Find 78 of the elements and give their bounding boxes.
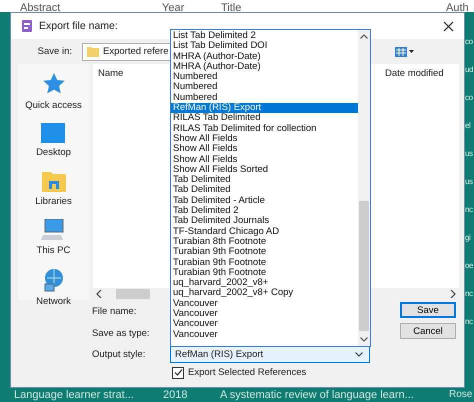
computer-icon[interactable]: [41, 219, 66, 241]
table-cell: Language learner strat...: [14, 389, 134, 401]
star-icon[interactable]: [42, 72, 66, 96]
list-item[interactable]: Turabian 8th Footnote: [171, 236, 358, 248]
cell-text: nc: [465, 316, 474, 328]
close-icon[interactable]: [443, 20, 454, 32]
list-item[interactable]: Tab Delimited: [171, 185, 358, 196]
scroll-up-icon[interactable]: [360, 34, 368, 39]
dialog-button[interactable]: Cancel: [400, 323, 456, 339]
list-item[interactable]: Tab Delimited - Article: [171, 196, 358, 206]
list-item[interactable]: Show All Fields: [171, 134, 358, 144]
list-item[interactable]: Numbered: [171, 82, 358, 93]
list-item[interactable]: RILAS Tab Delimited for collection: [171, 124, 358, 134]
table-cell: A systematic review of language learn...: [220, 389, 414, 401]
table-cell: 2018: [163, 389, 188, 401]
cell-text: gi: [465, 232, 472, 244]
list-item[interactable]: List Tab Delimited 2: [171, 31, 358, 42]
folder-icon[interactable]: [42, 170, 66, 192]
cell-text: nc: [465, 204, 474, 216]
list-item[interactable]: Show All Fields Sorted: [171, 164, 358, 176]
place-label[interactable]: Network: [36, 296, 71, 307]
cell-text: el: [465, 120, 472, 132]
place-label[interactable]: Quick access: [25, 100, 82, 111]
desktop-icon[interactable]: [41, 123, 66, 143]
list-item[interactable]: Turabian 9th Footnote: [171, 268, 358, 278]
cell-text: co: [465, 36, 474, 48]
list-item[interactable]: Tab Delimited 2: [171, 206, 358, 216]
column-header: Abstract: [20, 2, 60, 12]
network-icon[interactable]: [42, 268, 66, 292]
dialog-button[interactable]: Save: [400, 302, 456, 318]
cell-text: ud: [465, 64, 474, 76]
checkbox[interactable]: [172, 366, 184, 378]
list-item[interactable]: Vancouver: [171, 319, 358, 330]
list-item[interactable]: TF-Standard Chicago AD: [171, 226, 358, 237]
cell-text: nc: [465, 288, 474, 300]
view-menu-icon[interactable]: [395, 46, 415, 56]
column-header[interactable]: Name: [98, 68, 124, 79]
list-item[interactable]: RILAS Tab Delimited: [171, 113, 358, 124]
list-item[interactable]: MHRA (Author-Date): [171, 62, 358, 72]
chevron-icon: [355, 352, 363, 356]
table-cell: Rose: [449, 389, 472, 400]
folder-icon: [87, 46, 99, 57]
cell-text: oe: [465, 260, 474, 272]
list-item[interactable]: Show All Fields: [171, 154, 358, 165]
place-label[interactable]: Libraries: [35, 196, 72, 207]
list-item[interactable]: uq_harvard_2002_v8+: [171, 278, 358, 288]
column-header[interactable]: Date modified: [385, 68, 444, 79]
scroll-right-icon[interactable]: [450, 290, 456, 298]
list-item[interactable]: Turabian 9th Footnote: [171, 247, 358, 258]
window-title: Export file name:: [39, 20, 119, 32]
app-icon: [21, 19, 33, 33]
scroll-left-icon[interactable]: [96, 290, 102, 298]
list-item[interactable]: Tab Delimited: [171, 175, 358, 186]
field-label: File name:: [92, 306, 138, 316]
field-label: Save as type:: [92, 328, 151, 338]
column-header: Year: [162, 2, 184, 12]
scroll-thumb[interactable]: [359, 201, 369, 331]
field-label: Output style:: [92, 348, 146, 360]
cell-text: us: [465, 176, 474, 188]
list-item[interactable]: Vancouver: [171, 309, 358, 320]
place-label[interactable]: This PC: [36, 245, 70, 256]
scroll-thumb[interactable]: [116, 289, 150, 299]
cell-text: us: [465, 148, 474, 160]
scroll-down-icon[interactable]: [360, 337, 368, 342]
column-header: Auth: [446, 2, 469, 12]
save-in-label: Save in:: [36, 46, 73, 57]
list-item[interactable]: RefMan (RIS) Export: [171, 103, 358, 114]
list-item[interactable]: Numbered: [171, 72, 358, 82]
list-item[interactable]: Tab Delimited Journals: [171, 216, 358, 227]
checkbox-label: Export Selected References: [188, 367, 306, 378]
list-item[interactable]: Vancouver: [171, 298, 358, 310]
list-item[interactable]: Numbered: [171, 92, 358, 104]
list-item[interactable]: Turabian 9th Footnote: [171, 258, 358, 268]
list-item[interactable]: Vancouver: [171, 330, 358, 340]
list-item[interactable]: Show All Fields: [171, 144, 358, 155]
column-header: Title: [221, 2, 242, 12]
place-label[interactable]: Desktop: [36, 147, 71, 158]
cell-text: co: [465, 92, 474, 104]
